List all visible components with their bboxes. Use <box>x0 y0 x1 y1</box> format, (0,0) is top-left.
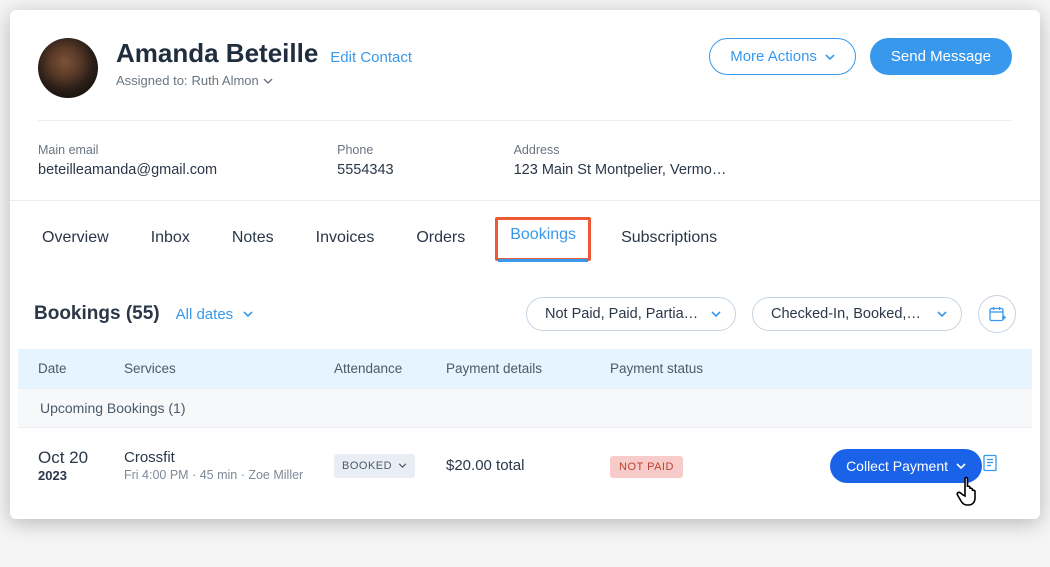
contact-name: Amanda Beteille <box>116 38 318 69</box>
add-to-calendar-button[interactable] <box>978 295 1016 333</box>
address-field: Address 123 Main St Montpelier, Vermo… <box>514 143 727 178</box>
email-field: Main email beteilleamanda@gmail.com <box>38 143 217 178</box>
bookings-title: Bookings (55) <box>34 303 160 325</box>
contact-header: Amanda Beteille Edit Contact Assigned to… <box>10 10 1040 201</box>
address-value: 123 Main St Montpelier, Vermo… <box>514 162 727 178</box>
tab-inbox[interactable]: Inbox <box>151 223 190 261</box>
payment-amount: $20.00 total <box>446 457 524 474</box>
email-label: Main email <box>38 143 217 157</box>
attendance-label: BOOKED <box>342 460 392 472</box>
contact-page: Amanda Beteille Edit Contact Assigned to… <box>10 10 1040 519</box>
booking-row: Oct 20 2023 Crossfit Fri 4:00 PM · 45 mi… <box>18 428 1032 511</box>
col-services: Services <box>124 361 334 376</box>
email-value: beteilleamanda@gmail.com <box>38 162 217 178</box>
assigned-prefix: Assigned to: <box>116 73 188 88</box>
tab-invoices[interactable]: Invoices <box>316 223 375 261</box>
send-message-label: Send Message <box>891 48 991 65</box>
phone-value: 5554343 <box>337 162 393 178</box>
row-year: 2023 <box>38 468 124 483</box>
payment-filter-label: Not Paid, Paid, Partia… <box>545 306 698 322</box>
col-payment-details: Payment details <box>446 361 610 376</box>
assigned-to[interactable]: Assigned to: Ruth Almon <box>116 73 709 88</box>
phone-label: Phone <box>337 143 393 157</box>
document-icon[interactable] <box>982 454 998 472</box>
status-badge: NOT PAID <box>610 456 683 478</box>
phone-field: Phone 5554343 <box>337 143 393 178</box>
send-message-button[interactable]: Send Message <box>870 38 1012 75</box>
collect-payment-button[interactable]: Collect Payment <box>830 449 982 483</box>
booking-state-filter[interactable]: Checked-In, Booked,… <box>752 297 962 331</box>
col-payment-status: Payment status <box>610 361 1012 376</box>
cursor-pointer-icon <box>954 473 988 511</box>
tab-bookings[interactable]: Bookings <box>495 217 591 261</box>
edit-contact-link[interactable]: Edit Contact <box>330 49 412 66</box>
attendance-pill[interactable]: BOOKED <box>334 454 415 478</box>
avatar <box>38 38 98 98</box>
chevron-down-icon <box>263 78 273 84</box>
more-actions-label: More Actions <box>730 48 817 65</box>
tabs: Overview Inbox Notes Invoices Orders Boo… <box>32 223 1018 261</box>
dates-filter[interactable]: All dates <box>176 306 254 323</box>
service-details: Fri 4:00 PM · 45 min · Zoe Miller <box>124 468 334 482</box>
tab-orders[interactable]: Orders <box>416 223 465 261</box>
col-date: Date <box>38 361 124 376</box>
more-actions-button[interactable]: More Actions <box>709 38 856 75</box>
table-header: Date Services Attendance Payment details… <box>18 349 1032 388</box>
tab-subscriptions[interactable]: Subscriptions <box>621 223 717 261</box>
address-label: Address <box>514 143 727 157</box>
chevron-down-icon <box>937 311 947 317</box>
payment-status-filter[interactable]: Not Paid, Paid, Partia… <box>526 297 736 331</box>
bookings-panel: Bookings (55) All dates Not Paid, Paid, … <box>18 277 1032 511</box>
tab-overview[interactable]: Overview <box>42 223 109 261</box>
chevron-down-icon <box>825 54 835 60</box>
calendar-add-icon <box>988 305 1006 323</box>
dates-filter-label: All dates <box>176 306 234 323</box>
chevron-down-icon <box>243 311 253 317</box>
tab-notes[interactable]: Notes <box>232 223 274 261</box>
row-date: Oct 20 <box>38 448 124 468</box>
assigned-name: Ruth Almon <box>192 73 259 88</box>
section-upcoming: Upcoming Bookings (1) <box>18 388 1032 428</box>
state-filter-label: Checked-In, Booked,… <box>771 306 921 322</box>
chevron-down-icon <box>956 463 966 469</box>
col-attendance: Attendance <box>334 361 446 376</box>
service-name: Crossfit <box>124 449 334 466</box>
collect-label: Collect Payment <box>846 458 948 474</box>
chevron-down-icon <box>711 311 721 317</box>
chevron-down-icon <box>398 463 407 468</box>
